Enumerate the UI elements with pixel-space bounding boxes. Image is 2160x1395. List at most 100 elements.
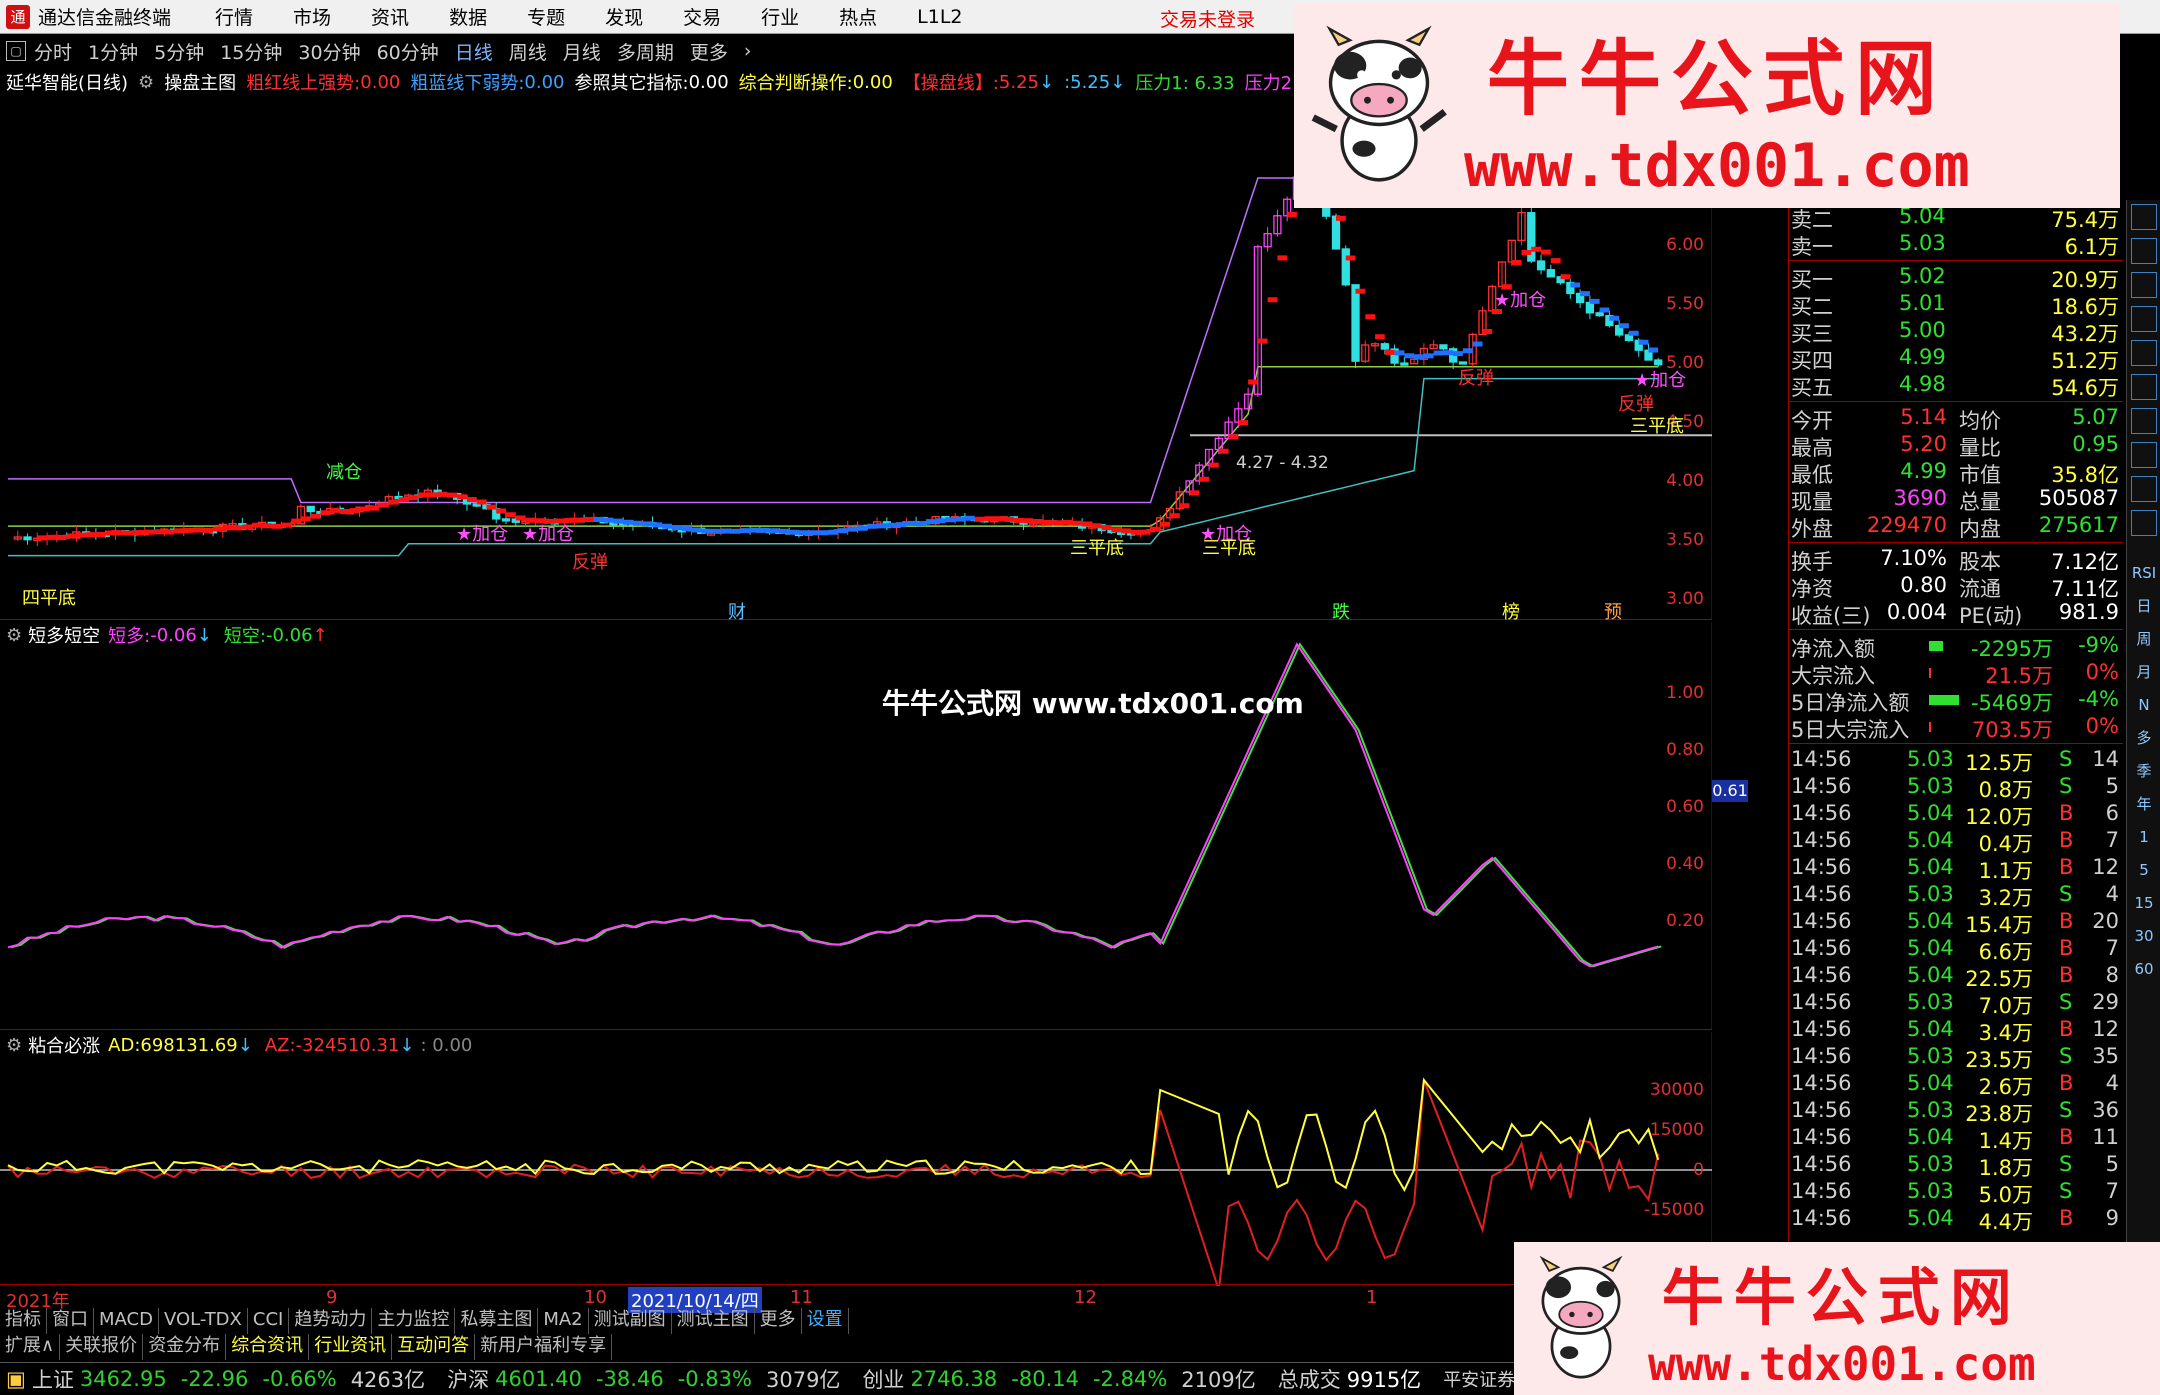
sub-chart-nianhe[interactable]: ⚙ 粘合必涨 AD: 698131.69 ↓ AZ: -324510.31 ↓ …	[0, 1032, 1712, 1286]
side-button-3[interactable]: 月	[2131, 659, 2157, 685]
indicator-name[interactable]: 操盘主图	[164, 69, 236, 95]
menu-item-redian[interactable]: 热点	[839, 3, 877, 30]
side-tool-icon[interactable]	[2131, 238, 2157, 264]
side-tool-icon[interactable]	[2131, 476, 2157, 502]
menu-item-shichang[interactable]: 市场	[293, 3, 331, 30]
tab-zhibiao[interactable]: 指标	[0, 1308, 47, 1334]
tick-volume: 23.5万	[1965, 1048, 2033, 1072]
sub1-short-label: 短空:	[223, 626, 266, 647]
event-marker-cai[interactable]: 财	[728, 598, 746, 624]
side-button-4[interactable]: N	[2131, 692, 2157, 718]
tab-cci[interactable]: CCI	[248, 1308, 290, 1334]
side-tool-icon[interactable]	[2131, 272, 2157, 298]
menu-item-hangye[interactable]: 行业	[761, 3, 799, 30]
menu-item-jiaoyi[interactable]: 交易	[683, 3, 721, 30]
stat-row: 净资 0.80 流通 7.11亿	[1789, 573, 2123, 601]
tab-ma2[interactable]: MA2	[538, 1308, 589, 1334]
side-button-0[interactable]: RSI	[2131, 560, 2157, 586]
tab-new-user[interactable]: 新用户福利专享	[475, 1334, 613, 1360]
side-tool-icon[interactable]	[2131, 374, 2157, 400]
tab-guanlian[interactable]: 关联报价	[60, 1334, 144, 1360]
index-sh-name[interactable]: 上证	[32, 1364, 74, 1394]
side-toolbar: RSI 日周月 N 多季年 1 5 15 30 60	[2126, 200, 2160, 1300]
flow-pct: 0%	[2085, 714, 2119, 738]
side-button-11[interactable]: 30	[2131, 923, 2157, 949]
event-marker-die[interactable]: 跌	[1332, 598, 1350, 624]
bid-row-price: 5.01	[1899, 291, 1946, 315]
tab-simu[interactable]: 私募主图	[455, 1308, 539, 1334]
event-marker-bang[interactable]: 榜	[1502, 598, 1520, 624]
tab-more[interactable]: 更多	[755, 1308, 802, 1334]
tab-chuangkou[interactable]: 窗口	[47, 1308, 94, 1334]
settings-gear-icon[interactable]: ⚙	[6, 1035, 22, 1056]
tab-hudong[interactable]: 互动问答	[392, 1334, 476, 1360]
stat-row-label2: 市值	[1959, 463, 2001, 487]
system-menu-icon[interactable]: ▢	[6, 41, 26, 61]
tick-count: 5	[2105, 774, 2119, 798]
event-marker-yu[interactable]: 预	[1604, 598, 1622, 624]
tab-expand[interactable]: 扩展∧	[0, 1334, 61, 1360]
market-icon[interactable]: ▣	[6, 1367, 26, 1391]
tab-vol-tdx[interactable]: VOL-TDX	[159, 1308, 248, 1334]
period-weekly[interactable]: 周线	[509, 38, 547, 65]
period-15min[interactable]: 15分钟	[220, 38, 282, 65]
chevron-right-icon[interactable]: ›	[744, 40, 752, 62]
signal-jiancang: 减仓	[326, 462, 362, 483]
side-button-8[interactable]: 1	[2131, 824, 2157, 850]
tab-test-sub[interactable]: 测试副图	[589, 1308, 672, 1334]
menu-item-zhuanti[interactable]: 专题	[527, 3, 565, 30]
tick-count: 4	[2105, 1071, 2119, 1095]
sub2-name[interactable]: 粘合必涨	[28, 1032, 100, 1058]
side-button-9[interactable]: 5	[2131, 857, 2157, 883]
side-tool-icon[interactable]	[2131, 204, 2157, 230]
menu-item-faxian[interactable]: 发现	[605, 3, 643, 30]
side-tool-icon[interactable]	[2131, 510, 2157, 536]
period-monthly[interactable]: 月线	[563, 38, 601, 65]
menu-item-zixun[interactable]: 资讯	[371, 3, 409, 30]
period-fenshi[interactable]: 分时	[34, 38, 72, 65]
period-1min[interactable]: 1分钟	[88, 38, 138, 65]
side-tool-icon[interactable]	[2131, 306, 2157, 332]
menu-item-shuju[interactable]: 数据	[449, 3, 487, 30]
side-tool-icon[interactable]	[2131, 408, 2157, 434]
period-60min[interactable]: 60分钟	[377, 38, 439, 65]
tab-zhuli[interactable]: 主力监控	[372, 1308, 456, 1334]
tick-volume: 5.0万	[1978, 1183, 2033, 1207]
menu-item-hangqing[interactable]: 行情	[215, 3, 253, 30]
side-button-5[interactable]: 多	[2131, 725, 2157, 751]
tab-qushi[interactable]: 趋势动力	[289, 1308, 373, 1334]
side-tool-icon[interactable]	[2131, 442, 2157, 468]
side-button-12[interactable]: 60	[2131, 956, 2157, 982]
tick-bs: B	[2059, 1125, 2074, 1149]
side-tool-icon[interactable]	[2131, 340, 2157, 366]
side-button-10[interactable]: 15	[2131, 890, 2157, 916]
sub1-name[interactable]: 短多短空	[28, 622, 100, 648]
period-5min[interactable]: 5分钟	[154, 38, 204, 65]
period-multi[interactable]: 多周期	[617, 38, 674, 65]
tab-settings[interactable]: 设置	[802, 1308, 849, 1334]
period-30min[interactable]: 30分钟	[298, 38, 360, 65]
menu-item-l1l2[interactable]: L1L2	[917, 6, 962, 28]
settings-gear-icon[interactable]: ⚙	[138, 72, 154, 93]
index-sz-name[interactable]: 沪深	[447, 1364, 489, 1394]
duanduo-line-chart[interactable]	[0, 622, 1712, 1030]
tab-zijin[interactable]: 资金分布	[143, 1334, 227, 1360]
sub-chart-duanduo[interactable]: ⚙ 短多短空 短多: -0.06 ↓ 短空: -0.06 ↑ 1.00 0.80…	[0, 622, 1748, 1030]
settings-gear-icon[interactable]: ⚙	[6, 625, 22, 646]
side-button-7[interactable]: 年	[2131, 791, 2157, 817]
side-button-2[interactable]: 周	[2131, 626, 2157, 652]
tab-hangye-news[interactable]: 行业资讯	[309, 1334, 393, 1360]
tab-zonghe-news[interactable]: 综合资讯	[226, 1334, 310, 1360]
period-daily[interactable]: 日线	[455, 38, 493, 65]
tab-test-main[interactable]: 测试主图	[672, 1308, 755, 1334]
period-more[interactable]: 更多	[690, 38, 728, 65]
period-toolbar: ▢ 分时 1分钟 5分钟 15分钟 30分钟 60分钟 日线 周线 月线 多周期…	[0, 36, 1300, 66]
tab-macd[interactable]: MACD	[94, 1308, 159, 1334]
side-button-6[interactable]: 季	[2131, 758, 2157, 784]
nianhe-line-chart[interactable]	[0, 1032, 1712, 1286]
side-button-1[interactable]: 日	[2131, 593, 2157, 619]
index-cy-name[interactable]: 创业	[862, 1364, 904, 1394]
signal-jiacang: ★加仓	[1634, 370, 1687, 391]
arrow-down-icon: ↓	[237, 1034, 253, 1056]
login-status[interactable]: 交易未登录	[1160, 5, 1255, 32]
